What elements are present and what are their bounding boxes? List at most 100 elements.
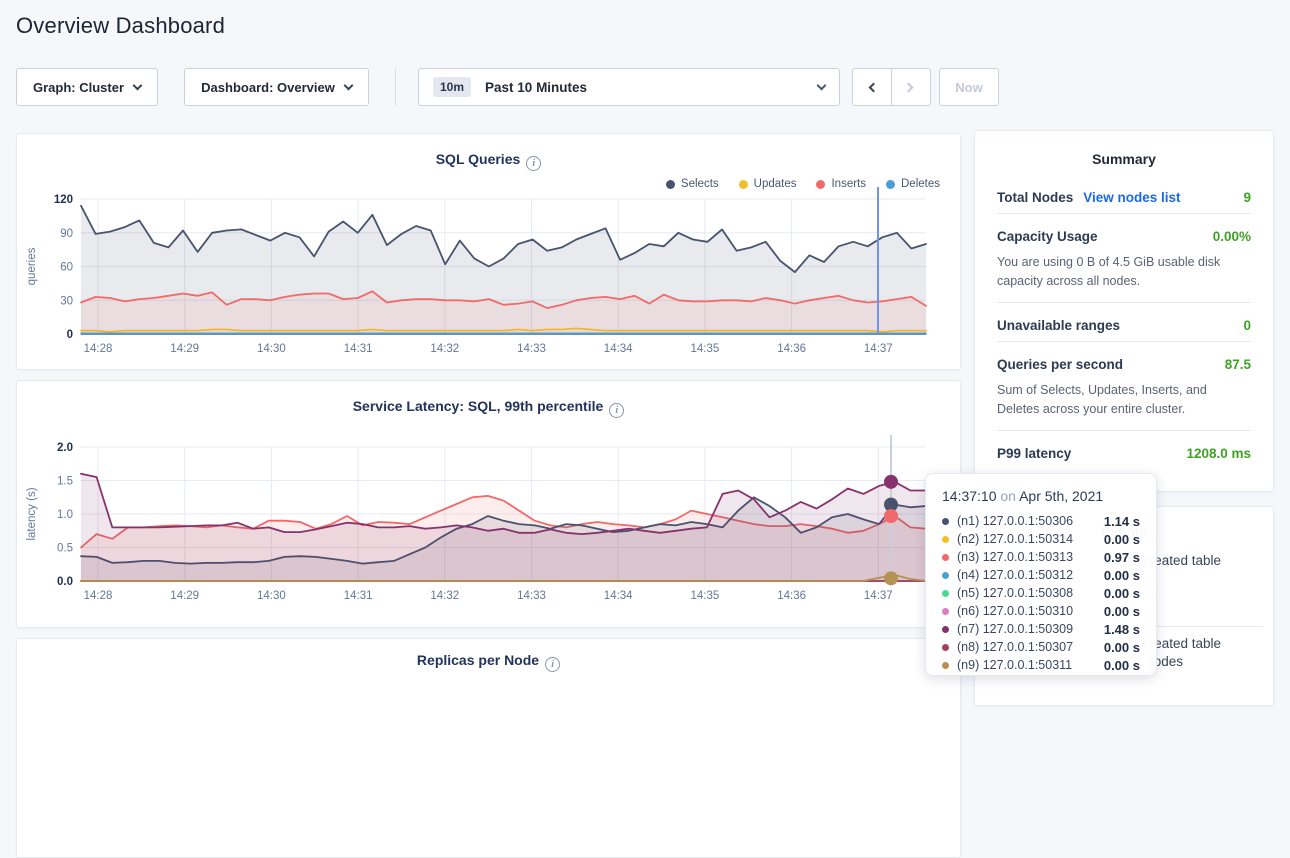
graph-dropdown[interactable]: Graph: Cluster xyxy=(16,68,158,106)
svg-text:14:30: 14:30 xyxy=(257,343,286,355)
info-icon[interactable]: i xyxy=(545,657,560,672)
tooltip-node-row: (n4) 127.0.0.1:503120.00 s xyxy=(942,566,1140,584)
tooltip-node-row: (n2) 127.0.0.1:50314 0.00 s xyxy=(942,530,1140,548)
replicas-card: Replicas per Nodei xyxy=(16,638,961,858)
svg-text:14:29: 14:29 xyxy=(170,343,199,355)
svg-text:14:37: 14:37 xyxy=(864,343,893,355)
svg-text:14:34: 14:34 xyxy=(604,343,633,355)
svg-text:14:35: 14:35 xyxy=(691,343,720,355)
node-color-dot xyxy=(942,536,949,543)
tooltip-node-row: (n7) 127.0.0.1:50309 1.48 s xyxy=(942,620,1140,638)
info-icon[interactable]: i xyxy=(526,156,541,171)
svg-text:14:37: 14:37 xyxy=(864,590,893,602)
sql-queries-card: SQL Queriesi SelectsUpdatesInsertsDelete… xyxy=(16,133,961,370)
tooltip-node-row: (n1) 127.0.0.1:503061.14 s xyxy=(942,512,1140,530)
time-range-badge: 10m xyxy=(433,77,471,97)
toolbar-divider xyxy=(395,68,396,106)
node-color-dot xyxy=(942,608,949,615)
node-color-dot xyxy=(942,662,949,669)
summary-row: Unavailable ranges0 xyxy=(997,303,1251,341)
dashboard-dropdown[interactable]: Dashboard: Overview xyxy=(184,68,369,106)
view-nodes-list-link[interactable]: View nodes list xyxy=(1083,190,1180,205)
dashboard-dropdown-label: Dashboard: Overview xyxy=(201,80,335,95)
node-address: (n6) 127.0.0.1:50310 xyxy=(957,604,1073,618)
node-color-dot xyxy=(942,572,949,579)
svg-text:0.5: 0.5 xyxy=(57,543,73,555)
node-address: (n2) 127.0.0.1:50314 xyxy=(957,532,1073,546)
chevron-down-icon xyxy=(133,80,143,90)
node-address: (n7) 127.0.0.1:50309 xyxy=(957,622,1073,636)
svg-text:14:30: 14:30 xyxy=(257,590,286,602)
tooltip-node-row: (n5) 127.0.0.1:503080.00 s xyxy=(942,584,1140,602)
node-latency-value: 1.48 s xyxy=(1094,622,1140,637)
summary-row: Total NodesView nodes list9 xyxy=(997,175,1251,213)
now-button[interactable]: Now xyxy=(939,68,999,106)
node-color-dot xyxy=(942,626,949,633)
node-latency-value: 1.14 s xyxy=(1094,514,1140,529)
node-color-dot xyxy=(942,590,949,597)
svg-text:14:32: 14:32 xyxy=(430,590,459,602)
graph-dropdown-label: Graph: Cluster xyxy=(33,80,124,95)
time-back-button[interactable] xyxy=(853,69,892,105)
node-latency-value: 0.00 s xyxy=(1094,532,1140,547)
time-forward-button[interactable] xyxy=(892,69,931,105)
summary-value: 0 xyxy=(1243,318,1251,333)
service-latency-title: Service Latency: SQL, 99th percentilei xyxy=(17,398,960,418)
service-latency-card: Service Latency: SQL, 99th percentilei 0… xyxy=(16,380,961,628)
svg-text:14:36: 14:36 xyxy=(777,343,806,355)
svg-text:14:33: 14:33 xyxy=(517,343,546,355)
summary-rows: Total NodesView nodes list9Capacity Usag… xyxy=(997,175,1251,469)
chevron-right-icon xyxy=(904,82,914,92)
tooltip-node-row: (n3) 127.0.0.1:503130.97 s xyxy=(942,548,1140,566)
summary-value: 9 xyxy=(1243,190,1251,205)
node-color-dot xyxy=(942,554,949,561)
time-range-selector[interactable]: 10m Past 10 Minutes xyxy=(418,68,840,106)
summary-subtext: Sum of Selects, Updates, Inserts, and De… xyxy=(997,380,1251,430)
svg-text:1.0: 1.0 xyxy=(57,509,73,521)
chevron-down-icon xyxy=(343,80,353,90)
tooltip-timestamp: 14:37:10 on Apr 5th, 2021 xyxy=(942,488,1140,504)
time-range-label: Past 10 Minutes xyxy=(485,80,587,95)
svg-text:14:29: 14:29 xyxy=(170,590,199,602)
node-color-dot xyxy=(942,518,949,525)
summary-title: Summary xyxy=(997,131,1251,175)
page-title: Overview Dashboard xyxy=(16,13,225,39)
node-latency-value: 0.00 s xyxy=(1094,640,1140,655)
svg-text:latency (s): latency (s) xyxy=(26,487,38,540)
sql-queries-title: SQL Queriesi xyxy=(17,151,960,171)
node-color-dot xyxy=(942,644,949,651)
node-latency-value: 0.00 s xyxy=(1094,658,1140,673)
svg-text:0: 0 xyxy=(67,329,73,341)
info-icon[interactable]: i xyxy=(609,403,624,418)
tooltip-node-row: (n8) 127.0.0.1:50307 0.00 s xyxy=(942,638,1140,656)
sql-queries-chart[interactable]: 0306090120queries14:2814:2914:3014:3114:… xyxy=(17,174,962,364)
svg-text:14:35: 14:35 xyxy=(691,590,720,602)
service-latency-chart[interactable]: 0.00.51.01.52.0latency (s)14:2814:2914:3… xyxy=(17,431,962,613)
node-address: (n8) 127.0.0.1:50307 xyxy=(957,640,1073,654)
svg-text:2.0: 2.0 xyxy=(57,442,73,454)
summary-subtext: You are using 0 B of 4.5 GiB usable disk… xyxy=(997,252,1251,302)
svg-text:14:32: 14:32 xyxy=(430,343,459,355)
chevron-left-icon xyxy=(869,82,879,92)
tooltip-node-row: (n6) 127.0.0.1:503100.00 s xyxy=(942,602,1140,620)
svg-text:14:31: 14:31 xyxy=(344,343,373,355)
summary-row: Queries per second 87.5 xyxy=(997,342,1251,380)
tooltip-rows: (n1) 127.0.0.1:503061.14 s(n2) 127.0.0.1… xyxy=(942,512,1140,674)
svg-text:90: 90 xyxy=(60,228,73,240)
summary-label: P99 latency xyxy=(997,446,1071,461)
node-address: (n3) 127.0.0.1:50313 xyxy=(957,550,1073,564)
svg-text:60: 60 xyxy=(60,262,73,274)
svg-text:14:36: 14:36 xyxy=(777,590,806,602)
summary-panel: Summary Total NodesView nodes list9Capac… xyxy=(974,130,1274,492)
svg-text:14:31: 14:31 xyxy=(344,590,373,602)
now-button-label: Now xyxy=(955,80,982,95)
summary-value: 0.00% xyxy=(1213,229,1251,244)
chevron-down-icon xyxy=(817,80,827,90)
svg-text:queries: queries xyxy=(26,247,38,285)
svg-text:14:28: 14:28 xyxy=(84,590,113,602)
summary-value: 87.5 xyxy=(1225,357,1251,372)
summary-label: Capacity Usage xyxy=(997,229,1098,244)
summary-label: Queries per second xyxy=(997,357,1123,372)
svg-text:14:33: 14:33 xyxy=(517,590,546,602)
time-step-buttons xyxy=(852,68,931,106)
